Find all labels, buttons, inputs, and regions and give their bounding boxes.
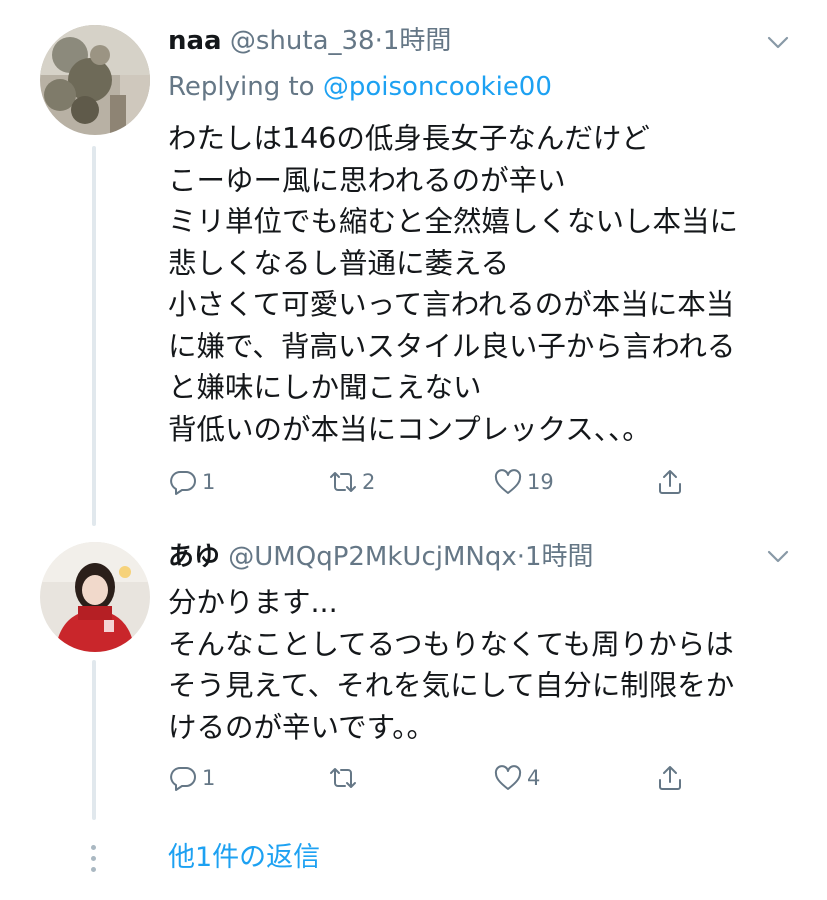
- username[interactable]: @UMQqP2MkUcjMNqx: [228, 542, 516, 572]
- tweet-text: わたしは146の低身長女子なんだけど こーゆー風に思われるのが辛い ミリ単位でも…: [168, 118, 738, 450]
- retweet-button[interactable]: 2: [328, 462, 375, 502]
- retweet-button[interactable]: [328, 758, 362, 798]
- display-name[interactable]: あゆ: [168, 542, 220, 572]
- like-button[interactable]: 4: [493, 758, 540, 798]
- reply-button[interactable]: 1: [168, 462, 215, 502]
- avatar[interactable]: [40, 542, 150, 652]
- tweet-text-line: ミリ単位でも縮むと全然嬉しくないし本当に: [168, 205, 739, 238]
- tweet-actions: 1 2 19: [168, 462, 728, 502]
- chevron-down-icon[interactable]: [765, 544, 791, 570]
- more-dots-icon: [90, 845, 98, 878]
- chevron-down-icon[interactable]: [765, 30, 791, 56]
- tweet-text-line: 小さくて可愛いって言われるのが本当に本当: [168, 288, 735, 321]
- replying-mention-link[interactable]: @poisoncookie00: [323, 72, 552, 102]
- timestamp[interactable]: 1時間: [525, 542, 594, 572]
- share-button[interactable]: [655, 462, 685, 502]
- retweet-count: 2: [362, 470, 376, 494]
- tweet-text-line: 分かります...: [168, 586, 338, 619]
- thread-line: [92, 146, 96, 526]
- retweet-icon: [330, 472, 356, 492]
- tweet-header: あゆ @UMQqP2MkUcjMNqx·1時間: [168, 540, 594, 574]
- tweet-text-line: こーゆー風に思われるのが辛い: [168, 163, 566, 197]
- separator: ·: [374, 26, 383, 56]
- replying-to: Replying to @poisoncookie00: [168, 70, 552, 104]
- reply-count: 1: [202, 766, 216, 790]
- reply-count: 1: [202, 470, 216, 494]
- more-replies-link[interactable]: 他1件の返信: [168, 838, 320, 878]
- separator: ·: [516, 542, 526, 572]
- tweet-text-line: そう見えて、それを気にして自分に制限をか: [168, 669, 735, 702]
- timestamp[interactable]: 1時間: [383, 26, 452, 56]
- reply-icon: [170, 471, 196, 495]
- reply-icon: [170, 767, 196, 791]
- replying-label: Replying to: [168, 72, 315, 102]
- tweet-text-line: に嫌で、背高いスタイル良い子から言われる: [168, 329, 736, 363]
- username[interactable]: @shuta_38: [230, 26, 375, 56]
- like-button[interactable]: 19: [493, 462, 554, 502]
- share-icon: [659, 766, 681, 790]
- tweet-text-line: と嫌味にしか聞こえない: [168, 371, 482, 404]
- like-icon: [494, 469, 522, 494]
- tweet-text-line: そんなことしてるつもりなくても周りからは: [168, 627, 734, 661]
- tweet[interactable]: あゆ @UMQqP2MkUcjMNqx·1時間 分かります... そんなことして…: [0, 530, 827, 830]
- tweet[interactable]: naa @shuta_38·1時間 Replying to @poisoncoo…: [0, 0, 827, 530]
- avatar[interactable]: [40, 25, 150, 135]
- like-count: 4: [527, 766, 541, 790]
- like-icon: [494, 765, 522, 790]
- tweet-text-line: わたしは146の低身長女子なんだけど: [168, 122, 650, 155]
- tweet-text-line: 悲しくなるし普通に萎える: [168, 246, 510, 280]
- tweet-text-line: けるのが辛いです。。: [168, 710, 436, 744]
- share-icon: [659, 470, 681, 494]
- tweet-text: 分かります... そんなことしてるつもりなくても周りからは そう見えて、それを気…: [168, 582, 734, 748]
- like-count: 19: [527, 470, 554, 494]
- tweet-header: naa @shuta_38·1時間: [168, 24, 451, 58]
- reply-button[interactable]: 1: [168, 758, 215, 798]
- share-button[interactable]: [655, 758, 685, 798]
- retweet-icon: [330, 768, 356, 788]
- display-name[interactable]: naa: [168, 26, 222, 56]
- tweet-actions: 1 4: [168, 758, 728, 798]
- thread-line: [92, 660, 96, 820]
- tweet-text-line: 背低いのが本当にコンプレックス、、。: [168, 412, 651, 446]
